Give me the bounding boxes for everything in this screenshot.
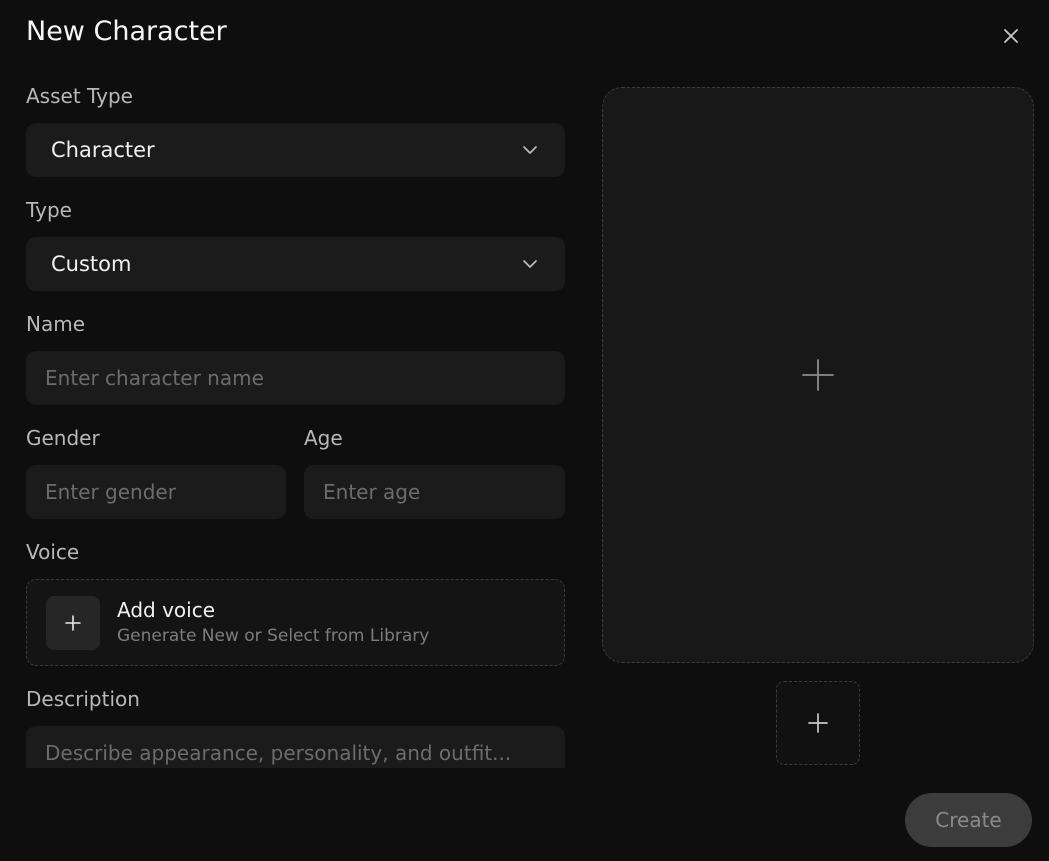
gender-input[interactable] <box>26 465 286 519</box>
chevron-down-icon <box>521 141 539 159</box>
chevron-down-icon <box>521 255 539 273</box>
voice-label: Voice <box>26 540 80 564</box>
description-field <box>26 726 565 768</box>
add-voice-button[interactable]: Add voice Generate New or Select from Li… <box>26 579 565 666</box>
add-image-thumbnail-button[interactable] <box>776 681 860 765</box>
plus-icon <box>808 713 828 733</box>
gender-label: Gender <box>26 426 100 450</box>
description-label: Description <box>26 687 140 711</box>
type-label: Type <box>26 198 72 222</box>
age-label: Age <box>304 426 343 450</box>
create-button[interactable]: Create <box>905 793 1032 847</box>
asset-type-select[interactable]: Character <box>26 123 565 177</box>
plus-icon <box>802 359 834 391</box>
asset-type-value: Character <box>51 138 155 162</box>
add-voice-subtitle: Generate New or Select from Library <box>117 626 430 646</box>
asset-type-label: Asset Type <box>26 84 133 108</box>
dialog-title: New Character <box>26 16 227 47</box>
voice-add-tile <box>46 596 100 650</box>
type-select[interactable]: Custom <box>26 237 565 291</box>
close-button[interactable] <box>996 21 1026 51</box>
type-value: Custom <box>51 252 132 276</box>
image-upload-area[interactable] <box>602 87 1034 663</box>
name-input[interactable] <box>26 351 565 405</box>
name-label: Name <box>26 312 86 336</box>
description-textarea[interactable] <box>26 726 565 768</box>
add-voice-title: Add voice <box>117 598 216 622</box>
close-icon <box>1004 29 1018 43</box>
plus-icon <box>65 615 81 631</box>
age-input[interactable] <box>304 465 565 519</box>
